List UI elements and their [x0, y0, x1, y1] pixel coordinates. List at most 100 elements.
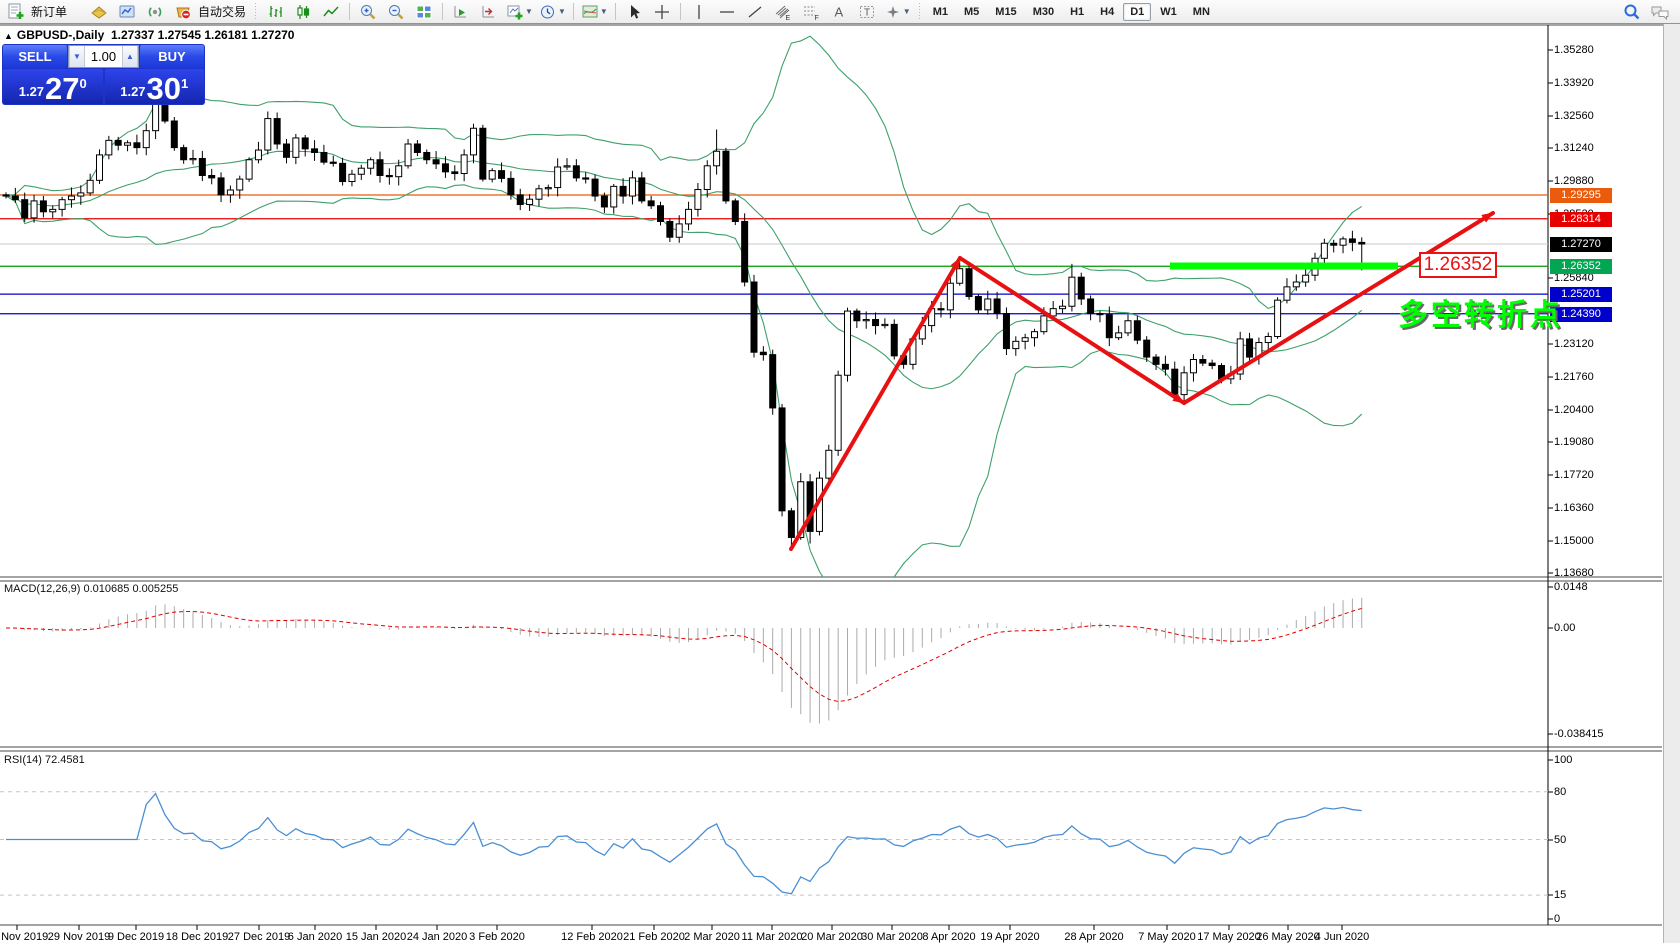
macd-tick-label: -0.038415 — [1554, 728, 1604, 740]
auto-trading-label[interactable]: 自动交易 — [198, 3, 246, 20]
cursor-button[interactable] — [620, 1, 648, 23]
channel-button[interactable]: E — [769, 1, 797, 23]
date-label: 17 May 2020 — [1197, 931, 1261, 943]
zoom-in-button[interactable] — [354, 1, 382, 23]
sell-price-small: 1.27 — [19, 84, 44, 99]
toolbar-grip — [253, 3, 258, 20]
search-icon — [1623, 3, 1641, 21]
zoom-out-button[interactable] — [382, 1, 410, 23]
text-label-button[interactable]: T — [853, 1, 881, 23]
date-label: 28 Apr 2020 — [1064, 931, 1123, 943]
main-price-panel — [0, 36, 1548, 590]
price-badge: 1.28314 — [1550, 212, 1612, 227]
horizontal-line-button[interactable] — [713, 1, 741, 23]
auto-trading-button[interactable] — [169, 1, 197, 23]
timeframe-button-M15[interactable]: M15 — [988, 3, 1023, 21]
arrows-icon — [884, 3, 902, 21]
bar-chart-button[interactable] — [261, 1, 289, 23]
data-window-button[interactable] — [113, 1, 141, 23]
chart-shift-button[interactable] — [475, 1, 503, 23]
crosshair-button[interactable] — [648, 1, 676, 23]
date-label: 8 Apr 2020 — [922, 931, 975, 943]
templates-button[interactable]: ▼ — [578, 1, 611, 23]
auto-scroll-button[interactable] — [447, 1, 475, 23]
window-gutter — [1663, 24, 1680, 943]
rsi-label: RSI(14) 72.4581 — [4, 754, 85, 766]
volume-increase-button[interactable]: ▲ — [122, 46, 138, 67]
arrows-tool-button[interactable]: ▼ — [881, 1, 914, 23]
new-order-button[interactable] — [2, 1, 30, 23]
price-tick-label: 1.32560 — [1554, 110, 1594, 122]
market-watch-button[interactable] — [85, 1, 113, 23]
tile-windows-icon — [415, 3, 433, 21]
chat-button[interactable] — [1646, 1, 1674, 23]
timeframe-button-MN[interactable]: MN — [1186, 3, 1217, 21]
rsi-tick-label: 50 — [1554, 834, 1566, 846]
signals-button[interactable] — [141, 1, 169, 23]
rsi-tick-label: 80 — [1554, 786, 1566, 798]
toolbar: 新订单 自动交易 — [0, 0, 1680, 24]
timeframe-group: M1M5M15M30H1H4D1W1MN — [925, 3, 1218, 21]
price-tick-label: 1.16360 — [1554, 502, 1594, 514]
macd-label: MACD(12,26,9) 0.010685 0.005255 — [4, 583, 178, 595]
new-order-label[interactable]: 新订单 — [31, 3, 67, 20]
rsi-value: 72.4581 — [45, 754, 85, 766]
sell-price-button[interactable]: 1.27 27 0 — [3, 69, 103, 104]
timeframe-button-H1[interactable]: H1 — [1063, 3, 1091, 21]
turning-point-label[interactable]: 多空转折点 — [1398, 290, 1563, 334]
line-chart-icon — [322, 3, 340, 21]
date-label: 2 Mar 2020 — [684, 931, 740, 943]
buy-price-big: 30 — [147, 74, 181, 103]
rsi-tick-label: 0 — [1554, 913, 1560, 925]
volume-input[interactable]: 1.00 — [85, 46, 122, 67]
chat-icon — [1650, 3, 1670, 21]
buy-price-button[interactable]: 1.27 30 1 — [105, 69, 205, 104]
svg-text:A: A — [834, 4, 843, 19]
rsi-panel — [0, 792, 1548, 895]
chart-canvas[interactable] — [0, 0, 1680, 943]
sell-price-big: 27 — [45, 74, 79, 103]
chart-title: ▲GBPUSD-,Daily 1.27337 1.27545 1.26181 1… — [4, 28, 294, 42]
volume-decrease-button[interactable]: ▼ — [69, 46, 85, 67]
search-button[interactable] — [1618, 1, 1646, 23]
candlestick-icon — [294, 3, 312, 21]
text-tool-button[interactable]: A — [825, 1, 853, 23]
timeframe-button-H4[interactable]: H4 — [1093, 3, 1121, 21]
timeframe-button-W1[interactable]: W1 — [1153, 3, 1184, 21]
price-tick-label: 1.33920 — [1554, 77, 1594, 89]
support-bar-object — [1170, 263, 1398, 270]
macd-value-signal: 0.005255 — [132, 583, 178, 595]
line-chart-button[interactable] — [317, 1, 345, 23]
chevron-down-icon: ▼ — [558, 7, 566, 16]
trendline-button[interactable] — [741, 1, 769, 23]
price-tick-label: 1.19080 — [1554, 436, 1594, 448]
date-label: 18 Dec 2019 — [166, 931, 228, 943]
zoom-in-icon — [359, 3, 377, 21]
timeframe-button-M30[interactable]: M30 — [1026, 3, 1061, 21]
timeframe-button-D1[interactable]: D1 — [1123, 3, 1151, 21]
tile-windows-button[interactable] — [410, 1, 438, 23]
fibonacci-button[interactable]: F — [797, 1, 825, 23]
macd-panel — [6, 598, 1362, 724]
periods-button[interactable]: ▼ — [536, 1, 569, 23]
buy-price-sup: 1 — [181, 76, 188, 91]
chart-ohlc-values: 1.27337 1.27545 1.26181 1.27270 — [111, 28, 295, 42]
sell-price-sup: 0 — [80, 76, 87, 91]
rsi-tick-label: 100 — [1554, 754, 1572, 766]
timeframe-button-M1[interactable]: M1 — [926, 3, 955, 21]
price-tick-label: 1.20400 — [1554, 404, 1594, 416]
new-chart-button[interactable]: ▼ — [503, 1, 536, 23]
price-tick-label: 1.25840 — [1554, 272, 1594, 284]
price-annotation-box[interactable]: 1.26352 — [1419, 252, 1497, 278]
buy-button[interactable]: BUY — [140, 45, 204, 68]
date-label: 3 Feb 2020 — [469, 931, 525, 943]
candlestick-ch-button[interactable] — [289, 1, 317, 23]
equidistant-channel-icon: E — [774, 3, 792, 21]
timeframe-button-M5[interactable]: M5 — [957, 3, 986, 21]
svg-text:E: E — [785, 15, 790, 21]
one-click-trading-panel: SELL ▼ 1.00 ▲ BUY 1.27 27 0 1.27 30 1 — [2, 44, 205, 105]
date-label: 11 Mar 2020 — [742, 931, 803, 943]
vertical-line-button[interactable] — [685, 1, 713, 23]
sell-button[interactable]: SELL — [3, 45, 67, 68]
date-label: 7 May 2020 — [1138, 931, 1195, 943]
